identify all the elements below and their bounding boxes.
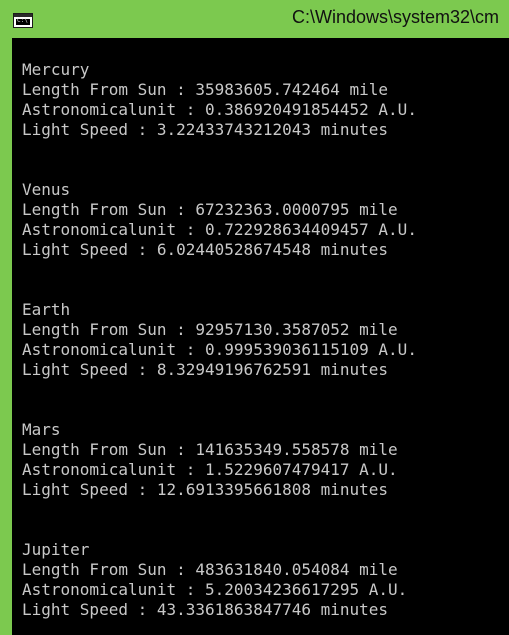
console-line: Astronomicalunit : 1.5229607479417 A.U. [22, 460, 398, 479]
console-window: C:\ C:\Windows\system32\cm Mercury Length… [0, 0, 509, 635]
console-line: Mercury [22, 60, 90, 79]
window-left-border [0, 0, 12, 635]
console-line: Length From Sun : 35983605.742464 mile [22, 80, 389, 99]
console-line: Astronomicalunit : 0.722928634409457 A.U… [22, 220, 417, 239]
icon-glyph: C:\ [17, 17, 28, 24]
console-line: Length From Sun : 483631840.054084 mile [22, 560, 398, 579]
console-line: Length From Sun : 92957130.3587052 mile [22, 320, 398, 339]
console-line: Length From Sun : 67232363.0000795 mile [22, 200, 398, 219]
console-line: Jupiter [22, 540, 90, 559]
console-line: Light Speed : 12.6913395661808 minutes [22, 480, 389, 499]
console-line: Astronomicalunit : 0.386920491854452 A.U… [22, 100, 417, 119]
console-line: Light Speed : 3.22433743212043 minutes [22, 120, 389, 139]
window-title: C:\Windows\system32\cm [292, 7, 500, 27]
console-line: Astronomicalunit : 5.20034236617295 A.U. [22, 580, 408, 599]
console-line: Light Speed : 8.32949196762591 minutes [22, 360, 389, 379]
console-text: Mercury Length From Sun : 35983605.742464… [22, 60, 417, 620]
console-line: Venus [22, 180, 71, 199]
console-line: Earth [22, 300, 71, 319]
console-app-icon[interactable]: C:\ [13, 13, 33, 28]
console-line: Length From Sun : 141635349.558578 mile [22, 440, 398, 459]
console-line: Light Speed : 43.3361863847746 minutes [22, 600, 389, 619]
console-line: Light Speed : 6.02440528674548 minutes [22, 240, 389, 259]
console-line: Mars [22, 420, 61, 439]
console-line: Astronomicalunit : 0.999539036115109 A.U… [22, 340, 417, 359]
console-output-area[interactable]: Mercury Length From Sun : 35983605.742464… [12, 38, 509, 635]
title-bar[interactable]: C:\ C:\Windows\system32\cm [0, 0, 509, 38]
